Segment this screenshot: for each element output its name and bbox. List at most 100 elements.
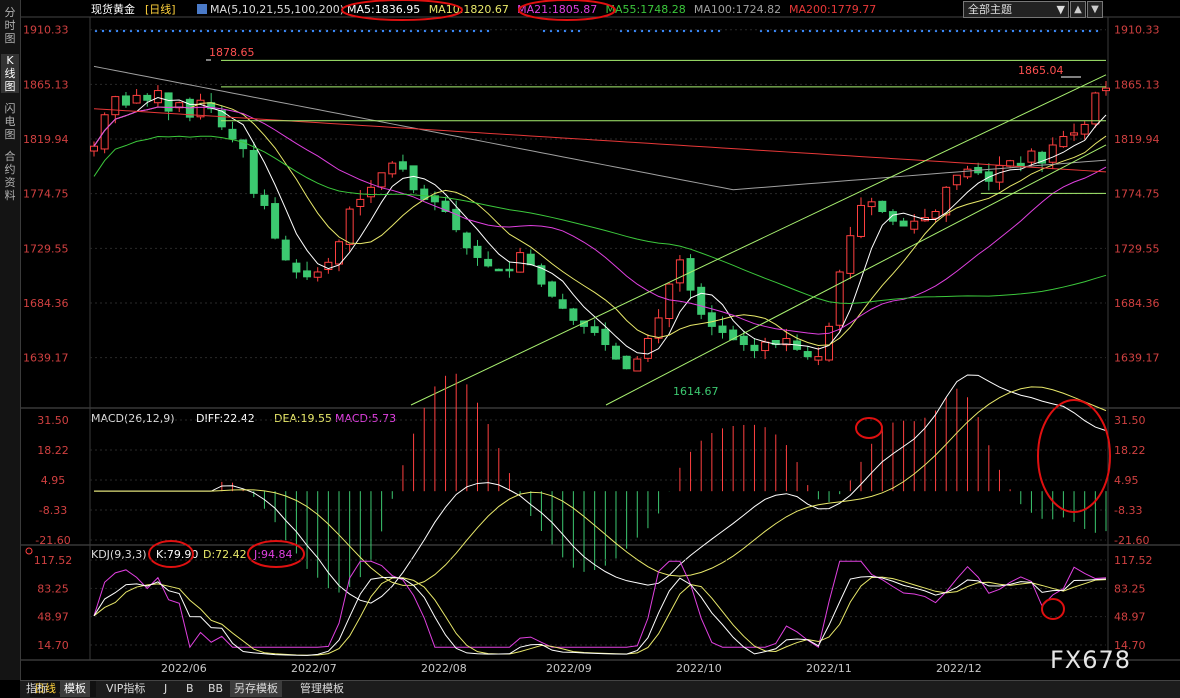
ma-value: MA100:1724.82 <box>694 3 781 16</box>
candle-body <box>100 114 109 150</box>
tab-contract[interactable]: 合约资料 <box>1 150 19 202</box>
kline-chart[interactable]: 现货黄金 [日线] MA(5,10,21,55,100,200) MA5:1836.9… <box>21 0 1180 680</box>
tab-timeshare[interactable]: 分时图 <box>1 6 19 45</box>
tab-save-template[interactable]: 另存模板 <box>230 681 282 697</box>
candle-body <box>249 150 258 194</box>
event-dot <box>1032 29 1036 33</box>
event-dot <box>787 29 791 33</box>
price-tick-left: 1910.33 <box>23 24 69 37</box>
tab-bb[interactable]: BB <box>204 681 227 697</box>
event-dot <box>577 29 581 33</box>
price-tick-right: 1729.55 <box>1114 242 1160 255</box>
event-dot <box>682 29 686 33</box>
date-tick: 2022/10 <box>676 662 722 675</box>
candle-body <box>356 198 365 207</box>
candle-body <box>910 220 919 230</box>
event-dot <box>311 29 315 33</box>
price-tick-left: 1684.36 <box>23 297 69 310</box>
event-dot <box>486 29 490 33</box>
tab-vip-indicator[interactable]: VIP指标 <box>102 681 149 697</box>
tab-flash[interactable]: 闪电图 <box>1 102 19 141</box>
scroll-down-button[interactable]: ▼ <box>1087 1 1103 18</box>
candle-body <box>686 258 695 291</box>
date-tick: 2022/11 <box>806 662 852 675</box>
watermark: FX678 <box>1050 646 1132 674</box>
event-dot <box>346 29 350 33</box>
event-dot <box>661 29 665 33</box>
tab-template[interactable]: 模板 <box>60 681 90 697</box>
kdj-tick-right: 117.52 <box>1114 554 1153 567</box>
chart-area[interactable]: 现货黄金 [日线] MA(5,10,21,55,100,200) MA5:1836.9… <box>21 0 1180 680</box>
candle-body <box>1027 150 1036 163</box>
event-dot <box>122 29 126 33</box>
tab-j[interactable]: J <box>160 681 171 697</box>
event-dot <box>367 29 371 33</box>
tab-kline[interactable]: K线图 <box>1 54 19 93</box>
candle-body <box>654 317 663 339</box>
candle-body <box>675 259 684 284</box>
event-dot <box>241 29 245 33</box>
event-dot <box>822 29 826 33</box>
candle-body <box>899 220 908 227</box>
event-dot <box>696 29 700 33</box>
chart-type-icon <box>197 4 207 14</box>
candle-body <box>335 241 344 265</box>
event-dot <box>206 29 210 33</box>
candle-body <box>313 271 322 278</box>
macd-tick-left: -21.60 <box>35 534 70 547</box>
candle-body <box>878 200 887 212</box>
candle-body <box>260 194 269 206</box>
diff-line <box>94 374 1107 604</box>
candle-body <box>132 94 141 104</box>
candle-body <box>590 326 599 333</box>
tab-indicator[interactable]: 指标 <box>22 681 52 697</box>
candle-body <box>164 92 173 112</box>
event-dot <box>717 29 721 33</box>
tab-b[interactable]: B <box>182 681 198 697</box>
theme-dropdown[interactable]: 全部主题 ▼ <box>963 1 1069 18</box>
candle-body <box>505 268 514 272</box>
event-dot <box>1046 29 1050 33</box>
event-dot <box>297 29 301 33</box>
macd-tick-right: -21.60 <box>1114 534 1149 547</box>
event-dot <box>402 29 406 33</box>
price-tick-left: 1639.17 <box>23 352 69 365</box>
event-dot <box>157 29 161 33</box>
candle-body <box>121 95 130 106</box>
scroll-up-button[interactable]: ▲ <box>1070 1 1086 18</box>
kdj-tick-left: 117.52 <box>34 554 73 567</box>
price-tick-right: 1774.75 <box>1114 188 1160 201</box>
kdj-d: D:72.42 <box>203 548 247 561</box>
candle-body <box>867 201 876 208</box>
event-dot <box>1067 29 1071 33</box>
candle-body <box>931 211 940 219</box>
price-tick-right: 1819.94 <box>1114 133 1160 146</box>
date-tick: 2022/06 <box>161 662 207 675</box>
candle-body <box>452 208 461 231</box>
event-dot <box>192 29 196 33</box>
tab-manage-template[interactable]: 管理模板 <box>296 681 348 697</box>
price-tick-right: 1910.33 <box>1114 24 1160 37</box>
candle-body <box>739 335 748 346</box>
macd-value: MACD:5.73 <box>335 412 396 425</box>
candle-body <box>366 186 375 198</box>
event-dot <box>136 29 140 33</box>
ma-value: MA200:1779.77 <box>789 3 876 16</box>
bottom-toolbar: 日线 ▲ 指标 指标 模板 VIP指标 J B BB 另存模板 管理模板 <box>20 680 1180 698</box>
low-annotation: 1614.67 <box>673 385 719 398</box>
candle-body <box>803 351 812 358</box>
event-dot <box>857 29 861 33</box>
event-dot <box>276 29 280 33</box>
candle-body <box>665 283 674 319</box>
event-dot <box>871 29 875 33</box>
candle-body <box>303 270 312 278</box>
event-dot <box>626 29 630 33</box>
candle-body <box>846 235 855 274</box>
candle-body <box>153 90 162 104</box>
j-line <box>93 560 1107 649</box>
candle-body <box>281 239 290 261</box>
event-dot <box>416 29 420 33</box>
macd-diff: DIFF:22.42 <box>196 412 255 425</box>
macd-tick-right: 4.95 <box>1114 474 1139 487</box>
ma55-line <box>93 135 1107 305</box>
